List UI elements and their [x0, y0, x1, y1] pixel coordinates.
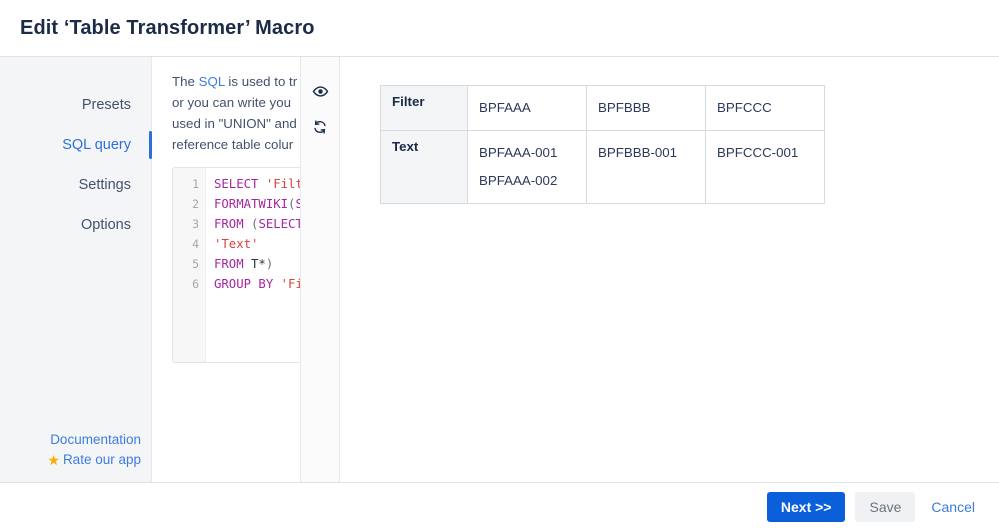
sql-inline-link[interactable]: SQL [199, 74, 225, 89]
table-cell: BPFBBB [586, 85, 706, 131]
edit-macro-dialog: Edit ‘Table Transformer’ Macro Presets S… [0, 0, 999, 530]
table-row: Text BPFAAA-001 BPFAAA-002 BPFBBB-001 BP… [380, 130, 825, 204]
sidebar-item-presets[interactable]: Presets [0, 85, 151, 125]
editor-toolbar-rail [300, 57, 340, 482]
save-button[interactable]: Save [855, 491, 916, 522]
dialog-header: Edit ‘Table Transformer’ Macro [0, 0, 999, 57]
documentation-link[interactable]: Documentation [0, 430, 141, 450]
sql-code-editor[interactable]: 1 2 3 4 5 6 SELECT 'Filt FORMATWIKI(S FR… [172, 167, 300, 363]
help-line-3: used in "UNION" and [172, 116, 297, 131]
line-number: 4 [192, 237, 199, 251]
code-line: FROM T*) [214, 257, 274, 271]
rate-our-app-link[interactable]: ★ Rate our app [0, 450, 141, 470]
cell-value: BPFAAA-001 [479, 145, 558, 160]
sql-query-panel: The SQL is used to tr or you can write y… [152, 57, 300, 482]
help-line-1: The SQL is used to tr [172, 71, 300, 92]
code-gutter: 1 2 3 4 5 6 [173, 168, 206, 362]
star-icon: ★ [47, 452, 60, 468]
help-line-4: reference table colur [172, 137, 294, 152]
help-line-1-pre: The [172, 74, 199, 89]
cell-value: BPFCCC-001 [717, 145, 799, 160]
eye-icon[interactable] [308, 79, 332, 103]
sidebar-item-sql-query[interactable]: SQL query [0, 125, 152, 165]
code-line: GROUP BY 'Fi [214, 277, 300, 291]
sql-help-text: The SQL is used to tr or you can write y… [172, 71, 300, 155]
code-line: SELECT 'Filt [214, 177, 300, 191]
dialog-footer: Next >> Save Cancel [0, 482, 999, 530]
code-area[interactable]: SELECT 'Filt FORMATWIKI(S FROM (SELECT '… [206, 168, 300, 362]
sidebar-nav: Presets SQL query Settings Options [0, 85, 152, 245]
line-number: 5 [192, 257, 199, 271]
help-line-2: or you can write you [172, 95, 291, 110]
cell-value: BPFBBB-001 [598, 145, 678, 160]
code-line: FORMATWIKI(S [214, 197, 300, 211]
cell-value: BPFAAA-002 [479, 173, 558, 188]
sidebar: Presets SQL query Settings Options Docum… [0, 57, 152, 482]
preview-table: Filter BPFAAA BPFBBB BPFCCC Text BPFAAA-… [380, 85, 825, 204]
line-number: 1 [192, 177, 199, 191]
row-header-text: Text [380, 130, 468, 204]
cell-value: BPFAAA [479, 100, 531, 115]
help-line-1-post: is used to tr [224, 74, 298, 89]
table-cell: BPFCCC [705, 85, 825, 131]
rate-our-app-label: Rate our app [62, 452, 141, 467]
code-line: 'Text' [214, 237, 259, 251]
next-button[interactable]: Next >> [766, 491, 846, 522]
sidebar-footer: Documentation ★ Rate our app [0, 430, 151, 482]
cell-value: BPFBBB [598, 100, 651, 115]
sidebar-item-settings[interactable]: Settings [0, 165, 151, 205]
code-line: FROM (SELECT [214, 217, 300, 231]
table-row: Filter BPFAAA BPFBBB BPFCCC [380, 85, 825, 131]
line-number: 3 [192, 217, 199, 231]
refresh-icon[interactable] [308, 115, 332, 139]
cell-value: BPFCCC [717, 100, 772, 115]
row-header-filter: Filter [380, 85, 468, 131]
dialog-body: Presets SQL query Settings Options Docum… [0, 57, 999, 482]
preview-pane: Filter BPFAAA BPFBBB BPFCCC Text BPFAAA-… [340, 57, 999, 482]
line-number: 6 [192, 277, 199, 291]
table-cell: BPFAAA-001 BPFAAA-002 [467, 130, 587, 204]
line-number: 2 [192, 197, 199, 211]
table-cell: BPFCCC-001 [705, 130, 825, 204]
cancel-button[interactable]: Cancel [925, 492, 981, 522]
sidebar-item-options[interactable]: Options [0, 205, 151, 245]
table-cell: BPFAAA [467, 85, 587, 131]
table-cell: BPFBBB-001 [586, 130, 706, 204]
page-title: Edit ‘Table Transformer’ Macro [20, 16, 315, 39]
